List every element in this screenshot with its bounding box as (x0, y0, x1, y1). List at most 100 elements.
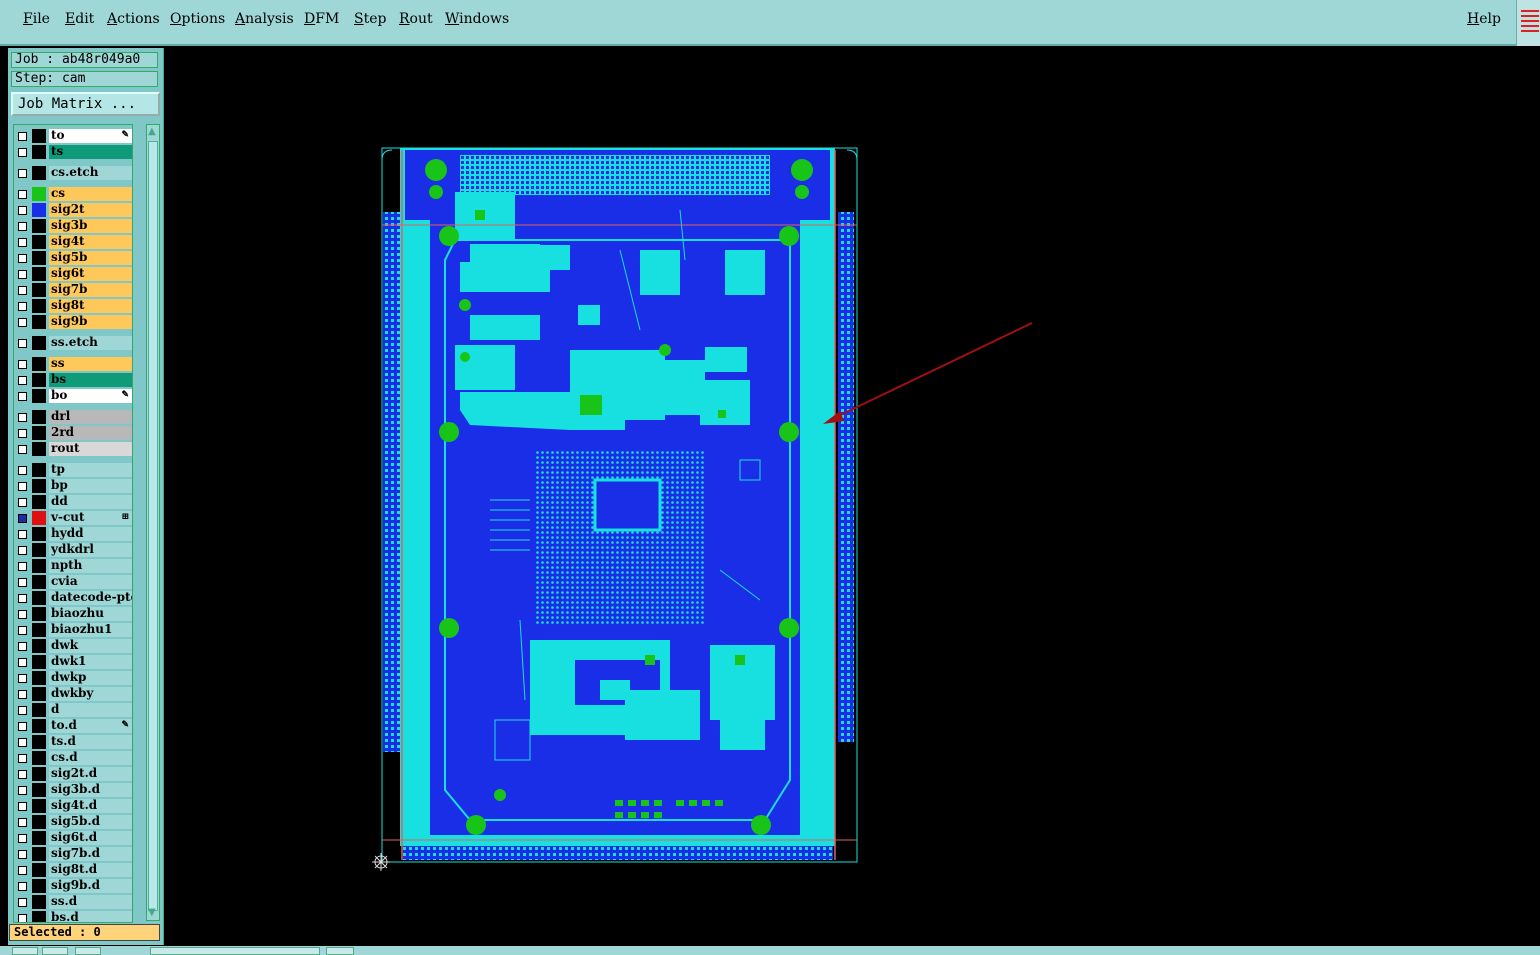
layer-name[interactable]: sig6t.d (49, 831, 132, 845)
layer-row-sig2t[interactable]: sig2t (14, 202, 132, 218)
layer-row-to[interactable]: to ✎ (14, 128, 132, 144)
layer-name[interactable]: ydkdrl (49, 543, 132, 557)
layer-row-bs[interactable]: bs (14, 372, 132, 388)
layer-checkbox[interactable] (18, 238, 27, 247)
layer-color-swatch[interactable] (32, 129, 46, 143)
layer-color-swatch[interactable] (32, 591, 46, 605)
layer-checkbox[interactable] (18, 674, 27, 683)
status-slot[interactable] (42, 947, 68, 955)
layer-name[interactable]: drl (49, 410, 132, 424)
layer-checkbox[interactable] (18, 286, 27, 295)
layer-color-swatch[interactable] (32, 203, 46, 217)
layer-row-cvia[interactable]: cvia (14, 574, 132, 590)
layer-color-swatch[interactable] (32, 389, 46, 403)
menu-analysis[interactable]: Analysis (235, 11, 294, 27)
layer-checkbox[interactable] (18, 302, 27, 311)
layer-list-scrollbar[interactable]: ▲ ▼ (146, 124, 160, 921)
scroll-up-icon[interactable]: ▲ (148, 127, 156, 137)
layer-name[interactable]: bp (49, 479, 132, 493)
layer-row-sig6t[interactable]: sig6t (14, 266, 132, 282)
layer-name[interactable]: sig6t (49, 267, 132, 281)
layer-checkbox[interactable] (18, 626, 27, 635)
layer-row-sig4t.d[interactable]: sig4t.d (14, 798, 132, 814)
scrollbar-thumb[interactable] (148, 141, 158, 911)
layer-checkbox[interactable] (18, 546, 27, 555)
layer-name[interactable]: sig2t.d (49, 767, 132, 781)
layer-checkbox[interactable] (18, 318, 27, 327)
layer-row-sig9b[interactable]: sig9b (14, 314, 132, 330)
layer-row-ss.d[interactable]: ss.d (14, 894, 132, 910)
layer-row-sig7b.d[interactable]: sig7b.d (14, 846, 132, 862)
layer-color-swatch[interactable] (32, 543, 46, 557)
layer-row-tp[interactable]: tp (14, 462, 132, 478)
layer-row-sig9b.d[interactable]: sig9b.d (14, 878, 132, 894)
layer-color-swatch[interactable] (32, 735, 46, 749)
layer-checkbox[interactable] (18, 482, 27, 491)
status-slot[interactable] (326, 947, 354, 955)
layer-color-swatch[interactable] (32, 527, 46, 541)
layer-color-swatch[interactable] (32, 879, 46, 893)
status-slot[interactable] (12, 947, 38, 955)
layer-row-dwk[interactable]: dwk (14, 638, 132, 654)
layer-checkbox[interactable] (18, 738, 27, 747)
layer-row-sig3b[interactable]: sig3b (14, 218, 132, 234)
layer-row-d[interactable]: d (14, 702, 132, 718)
layer-color-swatch[interactable] (32, 719, 46, 733)
menu-dfm[interactable]: DFM (304, 11, 339, 27)
layer-color-swatch[interactable] (32, 783, 46, 797)
layer-color-swatch[interactable] (32, 751, 46, 765)
layer-checkbox[interactable] (18, 148, 27, 157)
layer-checkbox[interactable] (18, 429, 27, 438)
layer-color-swatch[interactable] (32, 251, 46, 265)
layer-color-swatch[interactable] (32, 187, 46, 201)
layer-color-swatch[interactable] (32, 559, 46, 573)
menu-file[interactable]: File (23, 11, 50, 27)
layer-color-swatch[interactable] (32, 283, 46, 297)
layer-row-sig8t[interactable]: sig8t (14, 298, 132, 314)
layer-color-swatch[interactable] (32, 623, 46, 637)
layer-checkbox[interactable] (18, 722, 27, 731)
layer-name[interactable]: cs.etch (49, 166, 132, 180)
layer-color-swatch[interactable] (32, 863, 46, 877)
layer-row-sig6t.d[interactable]: sig6t.d (14, 830, 132, 846)
layer-color-swatch[interactable] (32, 831, 46, 845)
layer-checkbox[interactable] (18, 834, 27, 843)
status-slot[interactable] (75, 947, 101, 955)
layer-row-ss[interactable]: ss (14, 356, 132, 372)
layer-name[interactable]: tp (49, 463, 132, 477)
layer-color-swatch[interactable] (32, 671, 46, 685)
layer-row-biaozhu1[interactable]: biaozhu1 (14, 622, 132, 638)
layer-name[interactable]: dd (49, 495, 132, 509)
layer-name[interactable]: bs (49, 373, 132, 387)
layer-row-sig5b[interactable]: sig5b (14, 250, 132, 266)
layer-color-swatch[interactable] (32, 815, 46, 829)
layer-name[interactable]: ss (49, 357, 132, 371)
layer-name[interactable]: biaozhu (49, 607, 132, 621)
layer-checkbox[interactable] (18, 914, 27, 922)
layer-row-datecode-pte[interactable]: datecode-pte (14, 590, 132, 606)
layer-color-swatch[interactable] (32, 703, 46, 717)
layer-color-swatch[interactable] (32, 479, 46, 493)
layer-color-swatch[interactable] (32, 410, 46, 424)
layer-color-swatch[interactable] (32, 575, 46, 589)
layer-row-dwk1[interactable]: dwk1 (14, 654, 132, 670)
status-slot[interactable] (150, 947, 320, 955)
layer-row-cs[interactable]: cs (14, 186, 132, 202)
menu-windows[interactable]: Windows (445, 11, 509, 27)
layer-color-swatch[interactable] (32, 687, 46, 701)
layer-checkbox[interactable] (18, 190, 27, 199)
layer-name[interactable]: cs.d (49, 751, 132, 765)
layer-checkbox[interactable] (18, 392, 27, 401)
layer-row-ts[interactable]: ts (14, 144, 132, 160)
layer-checkbox[interactable] (18, 466, 27, 475)
layer-checkbox[interactable] (18, 254, 27, 263)
layer-color-swatch[interactable] (32, 655, 46, 669)
layer-name[interactable]: sig3b.d (49, 783, 132, 797)
layer-checkbox[interactable] (18, 594, 27, 603)
layer-row-sig7b[interactable]: sig7b (14, 282, 132, 298)
layer-name[interactable]: datecode-pte (49, 591, 132, 605)
layer-name[interactable]: bo ✎ (49, 389, 132, 403)
menu-help[interactable]: Help (1467, 11, 1501, 27)
layer-row-npth[interactable]: npth (14, 558, 132, 574)
layer-name[interactable]: 2rd (49, 426, 132, 440)
